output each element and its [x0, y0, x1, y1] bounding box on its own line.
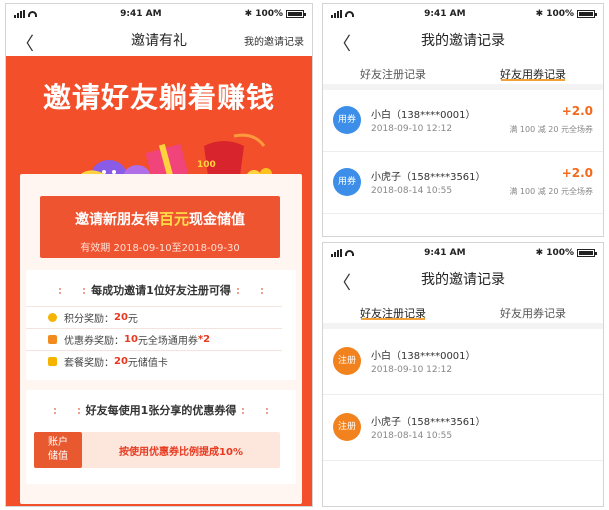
- reward-amount: +2.0: [561, 104, 593, 118]
- account-tag: 账户 储值: [34, 432, 82, 468]
- reward-row-points: 积分奖励： 20 元: [26, 306, 282, 328]
- reward-extra: *2: [197, 334, 211, 345]
- friend-name: 小白（138****0001）: [371, 110, 476, 121]
- validity-date: 有效期 2018-09-10至2018-09-30: [80, 243, 240, 254]
- commission-text: 按使用优惠券比例提成10%: [119, 446, 243, 458]
- hero-area: 邀请好友躺着赚钱 100 邀请新朋友得百元现金储值 有效期 2018-09-10…: [6, 56, 312, 506]
- nav-bar: 〈 我的邀请记录: [323, 24, 603, 56]
- list-item[interactable]: 用券 小虎子（158****3561） 2018-08-14 10:55 +2.…: [323, 152, 603, 214]
- banner-highlight: 百元: [158, 210, 189, 228]
- friend-name: 小虎子（158****3561）: [371, 417, 486, 428]
- nav-bar: 〈 邀请有礼 我的邀请记录: [6, 24, 312, 56]
- reward-row-package: 套餐奖励： 20 元储值卡: [26, 350, 282, 372]
- reward-value: 10: [124, 334, 138, 345]
- account-bonus-box: 账户储值 按使用优惠券比例提成10%: [34, 432, 280, 468]
- tab-coupon-records[interactable]: 好友用券记录: [463, 295, 603, 323]
- record-date: 2018-09-10 12:12: [371, 124, 453, 134]
- register-badge: 注册: [333, 347, 361, 375]
- battery-icon: [577, 249, 597, 257]
- back-button[interactable]: 〈: [16, 30, 34, 56]
- reward-suffix: 元全场通用券: [137, 336, 198, 347]
- coupon-badge: 用券: [333, 168, 361, 196]
- list-item[interactable]: 注册 小白（138****0001） 2018-09-10 12:12: [323, 329, 603, 395]
- gift-amount: 100: [197, 160, 216, 170]
- dots-decoration: [59, 288, 86, 294]
- back-button[interactable]: 〈: [333, 30, 351, 56]
- bluetooth-icon: ✱: [244, 9, 253, 19]
- register-reward-heading: 每成功邀请1位好友注册可得: [91, 284, 231, 297]
- battery-percent: 100%: [255, 9, 283, 19]
- back-button[interactable]: 〈: [333, 269, 351, 295]
- reward-card: 邀请新朋友得百元现金储值 有效期 2018-09-10至2018-09-30 每…: [20, 174, 302, 504]
- battery-icon: [286, 10, 306, 18]
- battery-percent: 100%: [546, 248, 574, 258]
- page-title: 邀请有礼: [131, 33, 187, 49]
- reward-row-coupon: 优惠券奖励： 10 元全场通用券 *2: [26, 328, 282, 350]
- page-title: 我的邀请记录: [421, 33, 505, 49]
- hero-title: 邀请好友躺着赚钱: [42, 81, 275, 114]
- list-item[interactable]: 用券 小白（138****0001） 2018-09-10 12:12 +2.0…: [323, 90, 603, 152]
- reward-suffix: 元: [127, 314, 138, 325]
- friend-name: 小白（138****0001）: [371, 351, 476, 362]
- signal-icon: [14, 10, 25, 18]
- status-time: 9:41 AM: [424, 9, 466, 19]
- reward-value: 20: [114, 312, 128, 323]
- status-bar: 9:41 AM ✱ 100%: [323, 4, 603, 24]
- register-reward-section: 每成功邀请1位好友注册可得 积分奖励： 20 元 优惠券奖励： 10 元全场通用…: [26, 270, 296, 380]
- status-time: 9:41 AM: [424, 248, 466, 258]
- tab-coupon-records[interactable]: 好友用券记录: [463, 56, 603, 84]
- reward-label: 套餐奖励：: [64, 358, 114, 369]
- friend-name: 小虎子（158****3561）: [371, 172, 486, 183]
- reward-label: 积分奖励：: [64, 314, 114, 325]
- wifi-icon: [345, 250, 354, 256]
- record-tabs: 好友注册记录 好友用券记录: [323, 56, 603, 90]
- dots-decoration: [236, 288, 263, 294]
- coupon-records-screen: 9:41 AM ✱ 100% 〈 我的邀请记录 好友注册记录 好友用券记录 用券 …: [322, 3, 604, 237]
- gift-icon: [48, 357, 57, 366]
- coupon-note: 满 100 减 20 元全场券: [509, 187, 593, 196]
- wifi-icon: [28, 11, 37, 17]
- record-date: 2018-08-14 10:55: [371, 431, 453, 441]
- bluetooth-icon: ✱: [535, 248, 544, 258]
- reward-suffix: 元储值卡: [127, 358, 168, 369]
- share-reward-section: 好友每使用1张分享的优惠券得 账户储值 按使用优惠券比例提成10%: [26, 390, 296, 484]
- share-reward-heading: 好友每使用1张分享的优惠券得: [85, 404, 237, 417]
- status-bar: 9:41 AM ✱ 100%: [6, 4, 312, 24]
- coupon-icon: [48, 335, 57, 344]
- invite-screen: 9:41 AM ✱ 100% 〈 邀请有礼 我的邀请记录 邀请好友躺着赚钱 100…: [5, 3, 313, 507]
- bluetooth-icon: ✱: [535, 9, 544, 19]
- status-bar: 9:41 AM ✱ 100%: [323, 243, 603, 263]
- battery-icon: [577, 10, 597, 18]
- signal-icon: [331, 249, 342, 257]
- dots-decoration: [242, 408, 269, 414]
- reward-value: 20: [114, 356, 128, 367]
- account-tag-line1: 账户: [48, 437, 68, 448]
- account-tag-line2: 储值: [48, 451, 68, 462]
- coin-icon: [48, 313, 57, 322]
- nav-bar: 〈 我的邀请记录: [323, 263, 603, 295]
- tab-register-records[interactable]: 好友注册记录: [323, 56, 463, 84]
- list-item[interactable]: 注册 小虎子（158****3561） 2018-08-14 10:55: [323, 395, 603, 461]
- coupon-note: 满 100 减 20 元全场券: [509, 125, 593, 134]
- coupon-badge: 用券: [333, 106, 361, 134]
- signal-icon: [331, 10, 342, 18]
- register-records-screen: 9:41 AM ✱ 100% 〈 我的邀请记录 好友注册记录 好友用券记录 注册 …: [322, 242, 604, 507]
- tab-register-records[interactable]: 好友注册记录: [323, 295, 463, 323]
- reward-amount: +2.0: [561, 166, 593, 180]
- wifi-icon: [345, 11, 354, 17]
- reward-label: 优惠券奖励：: [64, 336, 124, 347]
- register-badge: 注册: [333, 413, 361, 441]
- record-tabs: 好友注册记录 好友用券记录: [323, 295, 603, 329]
- status-time: 9:41 AM: [120, 9, 162, 19]
- record-date: 2018-08-14 10:55: [371, 186, 453, 196]
- page-title: 我的邀请记录: [421, 272, 505, 288]
- dots-decoration: [53, 408, 80, 414]
- banner-text-2: 现金储值: [189, 212, 245, 228]
- record-date: 2018-09-10 12:12: [371, 365, 453, 375]
- reward-banner: 邀请新朋友得百元现金储值 有效期 2018-09-10至2018-09-30: [40, 196, 280, 258]
- my-invite-records-link[interactable]: 我的邀请记录: [244, 33, 304, 48]
- battery-percent: 100%: [546, 9, 574, 19]
- banner-text-1: 邀请新朋友得: [74, 212, 159, 228]
